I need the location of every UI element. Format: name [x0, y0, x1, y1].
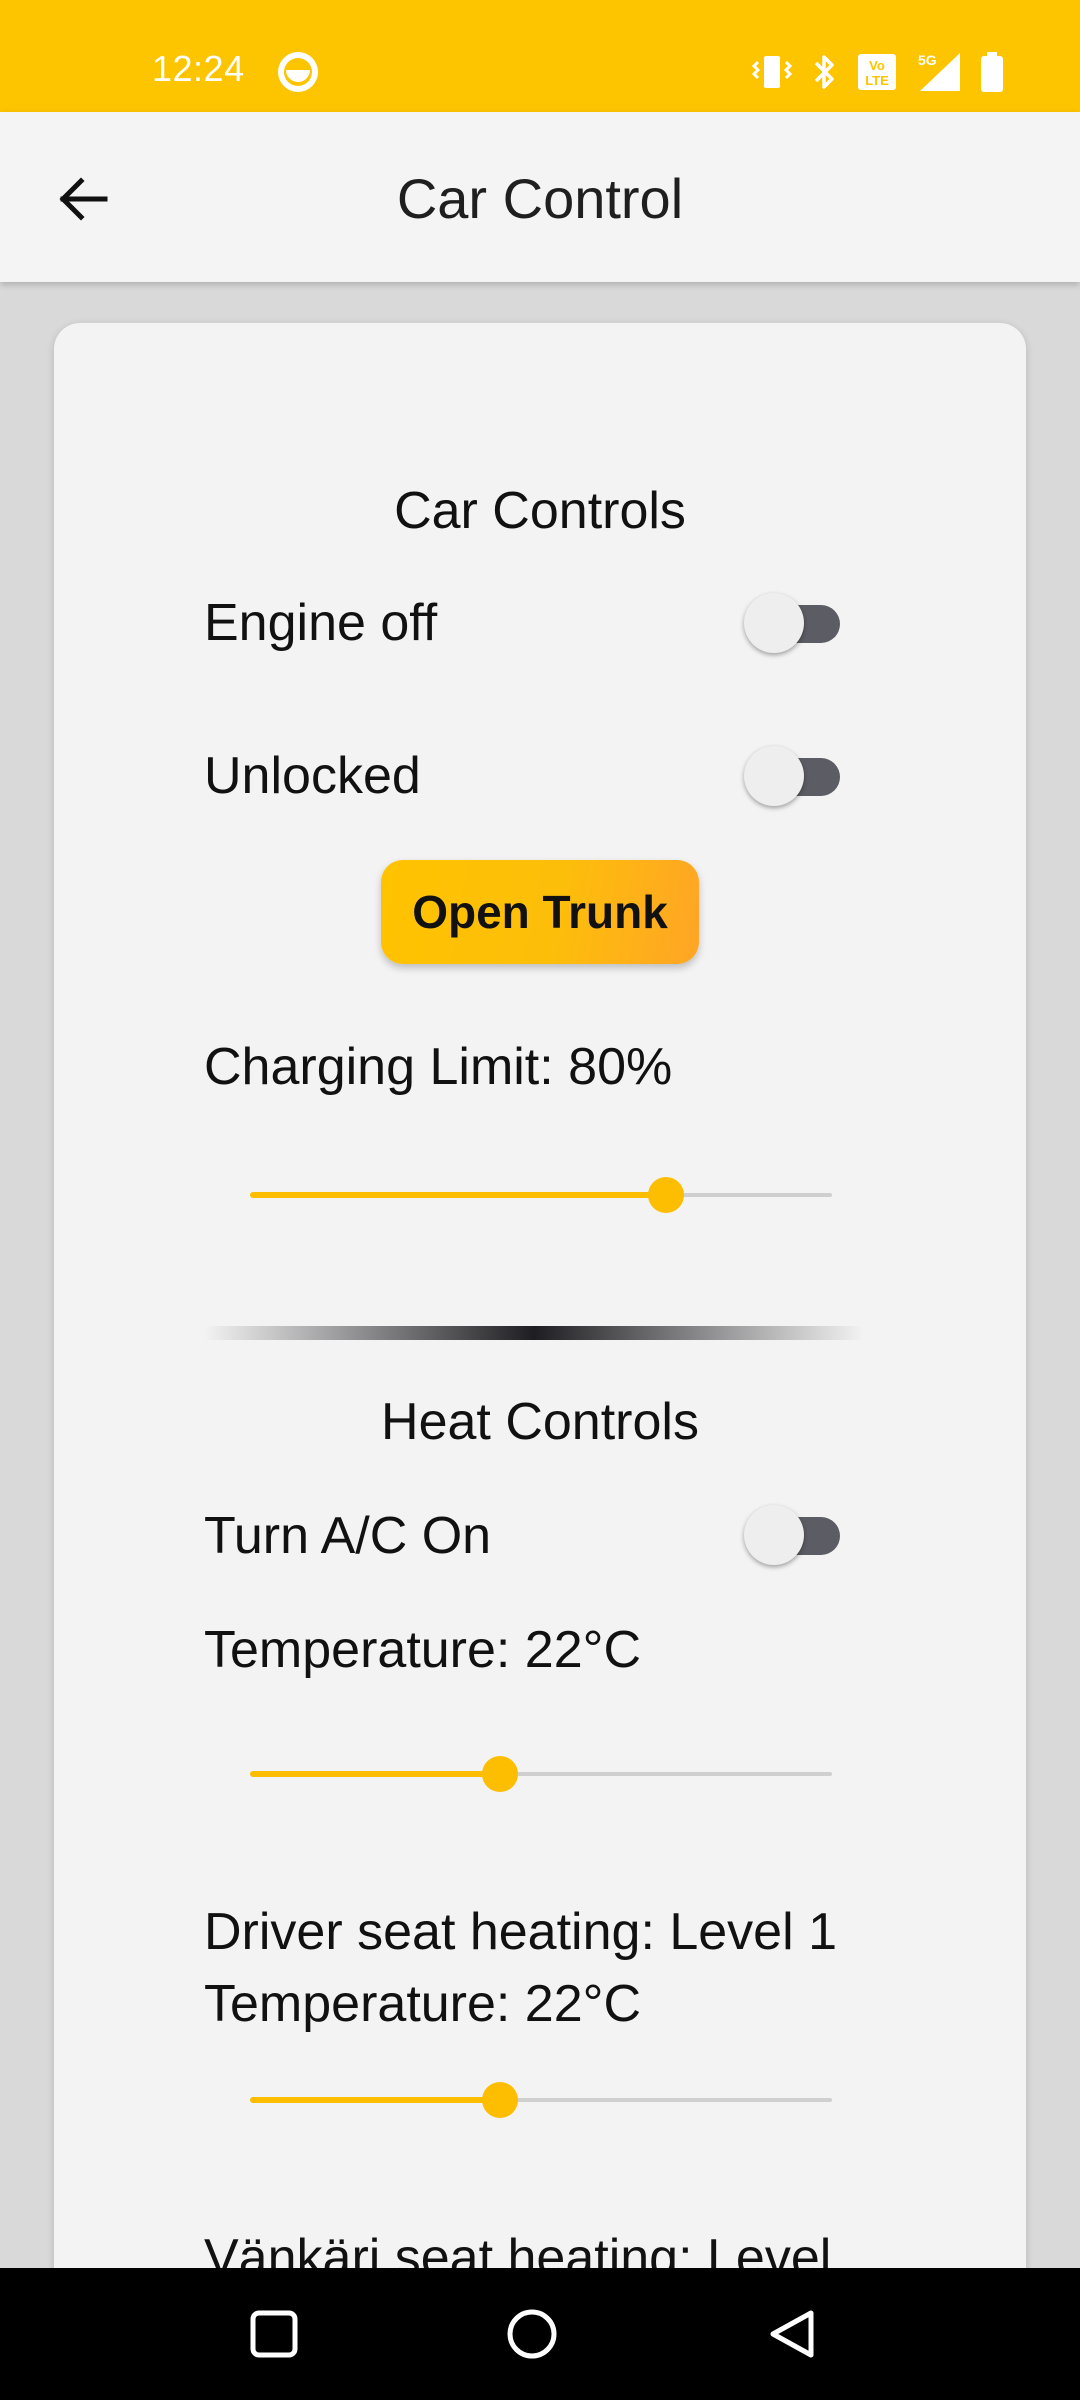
slider-fill — [250, 1192, 666, 1198]
svg-text:Vo: Vo — [869, 58, 885, 73]
status-time: 12:24 — [152, 48, 245, 89]
status-icons: Vo LTE 5G — [750, 50, 1006, 94]
page-title: Car Control — [396, 167, 684, 230]
slider-knob[interactable] — [482, 1756, 519, 1792]
slider-fill — [250, 2097, 501, 2103]
bluetooth-icon — [814, 55, 834, 89]
volte-icon: Vo LTE — [858, 54, 896, 90]
slider-knob[interactable] — [647, 1177, 684, 1213]
ac-switch[interactable] — [744, 1503, 844, 1567]
open-trunk-button[interactable]: Open Trunk — [381, 860, 699, 964]
battery-icon — [981, 52, 1003, 92]
charging-limit-slider[interactable] — [250, 1175, 832, 1215]
lock-switch[interactable] — [744, 744, 844, 808]
controls-card: Car Controls Engine off Unlocked Open Tr… — [54, 323, 1026, 2323]
back-triangle-icon — [770, 2310, 814, 2358]
vibrate-icon — [751, 56, 793, 88]
home-button[interactable] — [502, 2304, 562, 2364]
switch-thumb — [744, 1505, 804, 1565]
temperature-slider[interactable] — [250, 1754, 832, 1794]
heat-controls-title: Heat Controls — [381, 1393, 699, 1451]
status-bar: 12:24 Vo LTE 5G — [0, 0, 1080, 112]
driver-seat-temperature-label: Temperature: 22°C — [204, 1975, 641, 2033]
home-circle-icon — [507, 2309, 557, 2359]
temperature-label: Temperature: 22°C — [204, 1621, 641, 1679]
app-bar: Car Control — [0, 112, 1080, 282]
svg-text:LTE: LTE — [865, 73, 889, 88]
car-controls-title: Car Controls — [394, 482, 686, 540]
recents-button[interactable] — [244, 2304, 304, 2364]
lock-label: Unlocked — [204, 747, 421, 805]
section-divider — [204, 1326, 864, 1340]
ac-label: Turn A/C On — [204, 1507, 492, 1565]
driver-seat-slider[interactable] — [250, 2080, 832, 2120]
engine-switch[interactable] — [744, 591, 844, 655]
driver-seat-heating-label: Driver seat heating: Level 1 — [204, 1903, 838, 1961]
back-nav-button[interactable] — [762, 2304, 822, 2364]
svg-text:5G: 5G — [918, 52, 937, 68]
engine-label: Engine off — [204, 594, 438, 652]
face-icon — [278, 52, 318, 92]
switch-thumb — [744, 593, 804, 653]
charging-limit-label: Charging Limit: 80% — [204, 1038, 673, 1096]
slider-fill — [250, 1771, 501, 1777]
signal-5g-icon: 5G — [918, 52, 960, 91]
switch-thumb — [744, 746, 804, 806]
navigation-bar — [0, 2268, 1080, 2400]
recents-square-icon — [250, 2310, 298, 2358]
slider-knob[interactable] — [482, 2082, 519, 2118]
